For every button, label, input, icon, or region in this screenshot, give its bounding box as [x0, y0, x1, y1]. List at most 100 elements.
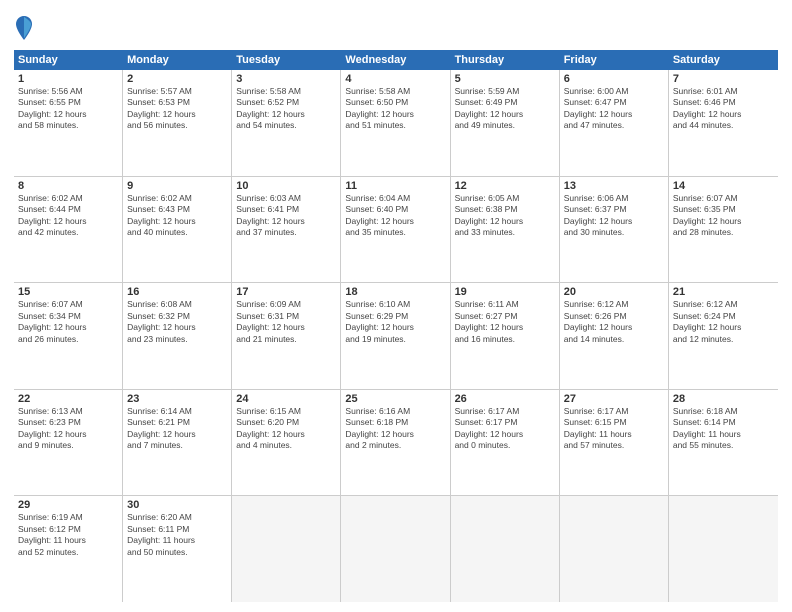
cell-line: Sunrise: 5:58 AM: [345, 86, 445, 97]
cell-line: Sunrise: 6:18 AM: [673, 406, 774, 417]
day-number: 9: [127, 180, 227, 192]
cell-line: Sunrise: 6:11 AM: [455, 299, 555, 310]
calendar-cell: [560, 496, 669, 602]
cell-line: Daylight: 12 hours: [455, 322, 555, 333]
cell-line: Daylight: 12 hours: [127, 216, 227, 227]
calendar-cell: 3Sunrise: 5:58 AMSunset: 6:52 PMDaylight…: [232, 70, 341, 176]
cell-line: Sunset: 6:17 PM: [455, 417, 555, 428]
cell-line: Sunrise: 6:08 AM: [127, 299, 227, 310]
day-number: 22: [18, 393, 118, 405]
cell-line: and 21 minutes.: [236, 334, 336, 345]
weekday-header: Sunday: [14, 50, 123, 70]
cell-line: Sunset: 6:38 PM: [455, 204, 555, 215]
cell-line: Sunset: 6:14 PM: [673, 417, 774, 428]
cell-line: Sunrise: 6:09 AM: [236, 299, 336, 310]
calendar-cell: 20Sunrise: 6:12 AMSunset: 6:26 PMDayligh…: [560, 283, 669, 389]
cell-line: Sunrise: 6:05 AM: [455, 193, 555, 204]
day-number: 5: [455, 73, 555, 85]
cell-line: and 9 minutes.: [18, 440, 118, 451]
calendar-header: SundayMondayTuesdayWednesdayThursdayFrid…: [14, 50, 778, 70]
day-number: 8: [18, 180, 118, 192]
calendar-cell: 2Sunrise: 5:57 AMSunset: 6:53 PMDaylight…: [123, 70, 232, 176]
cell-line: and 47 minutes.: [564, 120, 664, 131]
cell-line: Sunset: 6:20 PM: [236, 417, 336, 428]
weekday-header: Monday: [123, 50, 232, 70]
cell-line: and 51 minutes.: [345, 120, 445, 131]
day-number: 17: [236, 286, 336, 298]
calendar-cell: 11Sunrise: 6:04 AMSunset: 6:40 PMDayligh…: [341, 177, 450, 283]
cell-line: Sunrise: 6:20 AM: [127, 512, 227, 523]
calendar-cell: 8Sunrise: 6:02 AMSunset: 6:44 PMDaylight…: [14, 177, 123, 283]
cell-line: Sunset: 6:34 PM: [18, 311, 118, 322]
cell-line: Sunset: 6:47 PM: [564, 97, 664, 108]
cell-line: Sunset: 6:37 PM: [564, 204, 664, 215]
logo-icon: [14, 14, 34, 42]
day-number: 21: [673, 286, 774, 298]
day-number: 10: [236, 180, 336, 192]
calendar-cell: 23Sunrise: 6:14 AMSunset: 6:21 PMDayligh…: [123, 390, 232, 496]
cell-line: and 14 minutes.: [564, 334, 664, 345]
day-number: 7: [673, 73, 774, 85]
calendar-cell: 7Sunrise: 6:01 AMSunset: 6:46 PMDaylight…: [669, 70, 778, 176]
calendar-cell: 14Sunrise: 6:07 AMSunset: 6:35 PMDayligh…: [669, 177, 778, 283]
cell-line: Sunset: 6:55 PM: [18, 97, 118, 108]
cell-line: and 19 minutes.: [345, 334, 445, 345]
cell-line: Daylight: 12 hours: [345, 216, 445, 227]
cell-line: Sunset: 6:31 PM: [236, 311, 336, 322]
day-number: 27: [564, 393, 664, 405]
calendar-row: 1Sunrise: 5:56 AMSunset: 6:55 PMDaylight…: [14, 70, 778, 177]
page-header: [14, 10, 778, 42]
cell-line: Sunrise: 6:00 AM: [564, 86, 664, 97]
day-number: 25: [345, 393, 445, 405]
calendar-cell: 25Sunrise: 6:16 AMSunset: 6:18 PMDayligh…: [341, 390, 450, 496]
cell-line: and 30 minutes.: [564, 227, 664, 238]
cell-line: Daylight: 12 hours: [564, 216, 664, 227]
cell-line: Daylight: 12 hours: [345, 429, 445, 440]
cell-line: Daylight: 12 hours: [236, 322, 336, 333]
day-number: 29: [18, 499, 118, 511]
calendar-row: 22Sunrise: 6:13 AMSunset: 6:23 PMDayligh…: [14, 390, 778, 497]
cell-line: and 28 minutes.: [673, 227, 774, 238]
day-number: 30: [127, 499, 227, 511]
day-number: 18: [345, 286, 445, 298]
cell-line: Sunrise: 6:16 AM: [345, 406, 445, 417]
calendar-cell: 22Sunrise: 6:13 AMSunset: 6:23 PMDayligh…: [14, 390, 123, 496]
cell-line: and 40 minutes.: [127, 227, 227, 238]
calendar-cell: 10Sunrise: 6:03 AMSunset: 6:41 PMDayligh…: [232, 177, 341, 283]
cell-line: and 23 minutes.: [127, 334, 227, 345]
cell-line: Sunset: 6:21 PM: [127, 417, 227, 428]
cell-line: Sunset: 6:43 PM: [127, 204, 227, 215]
cell-line: Sunrise: 6:17 AM: [564, 406, 664, 417]
cell-line: and 57 minutes.: [564, 440, 664, 451]
cell-line: Daylight: 12 hours: [18, 109, 118, 120]
cell-line: Daylight: 12 hours: [455, 429, 555, 440]
cell-line: Sunrise: 6:07 AM: [673, 193, 774, 204]
weekday-header: Thursday: [451, 50, 560, 70]
cell-line: and 55 minutes.: [673, 440, 774, 451]
cell-line: and 37 minutes.: [236, 227, 336, 238]
calendar-cell: 27Sunrise: 6:17 AMSunset: 6:15 PMDayligh…: [560, 390, 669, 496]
day-number: 11: [345, 180, 445, 192]
calendar-cell: 24Sunrise: 6:15 AMSunset: 6:20 PMDayligh…: [232, 390, 341, 496]
cell-line: Sunrise: 6:12 AM: [673, 299, 774, 310]
cell-line: and 49 minutes.: [455, 120, 555, 131]
cell-line: Sunset: 6:24 PM: [673, 311, 774, 322]
calendar: SundayMondayTuesdayWednesdayThursdayFrid…: [14, 50, 778, 602]
calendar-cell: 28Sunrise: 6:18 AMSunset: 6:14 PMDayligh…: [669, 390, 778, 496]
cell-line: and 7 minutes.: [127, 440, 227, 451]
cell-line: Daylight: 12 hours: [236, 429, 336, 440]
cell-line: and 50 minutes.: [127, 547, 227, 558]
cell-line: Sunset: 6:49 PM: [455, 97, 555, 108]
cell-line: and 26 minutes.: [18, 334, 118, 345]
cell-line: Daylight: 12 hours: [673, 109, 774, 120]
cell-line: and 44 minutes.: [673, 120, 774, 131]
day-number: 2: [127, 73, 227, 85]
cell-line: Sunrise: 6:02 AM: [18, 193, 118, 204]
cell-line: Sunset: 6:29 PM: [345, 311, 445, 322]
calendar-cell: 29Sunrise: 6:19 AMSunset: 6:12 PMDayligh…: [14, 496, 123, 602]
calendar-cell: 21Sunrise: 6:12 AMSunset: 6:24 PMDayligh…: [669, 283, 778, 389]
calendar-cell: 12Sunrise: 6:05 AMSunset: 6:38 PMDayligh…: [451, 177, 560, 283]
calendar-cell: 1Sunrise: 5:56 AMSunset: 6:55 PMDaylight…: [14, 70, 123, 176]
calendar-row: 8Sunrise: 6:02 AMSunset: 6:44 PMDaylight…: [14, 177, 778, 284]
day-number: 4: [345, 73, 445, 85]
